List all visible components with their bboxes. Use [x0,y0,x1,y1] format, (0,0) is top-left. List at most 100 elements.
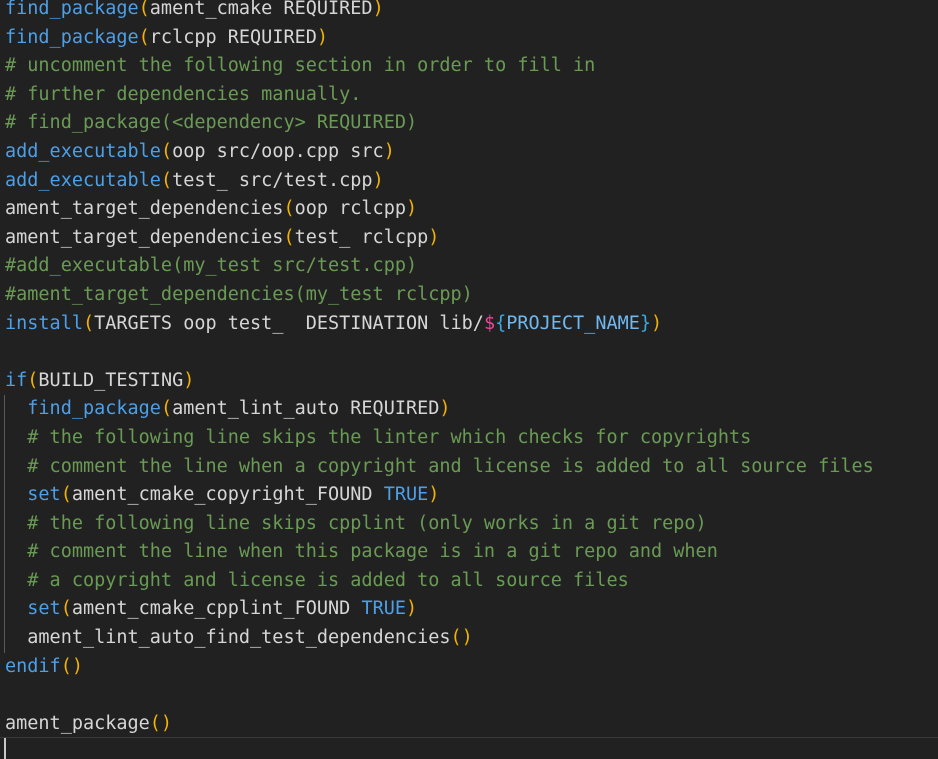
code-line[interactable]: endif() [0,653,938,682]
code-token-comment: # the following line skips the linter wh… [5,426,752,448]
code-token-comment: # a copyright and license is added to al… [5,569,629,591]
code-token-id: ament_target_dependencies [5,198,284,220]
code-token-cmd: add_executable [5,140,161,162]
code-token-comment: #add_executable(my_test src/test.cpp) [5,255,418,277]
code-line[interactable]: ament_lint_auto_find_test_dependencies() [0,624,938,653]
code-token-paren: ( [160,169,173,191]
code-line[interactable]: # uncomment the following section in ord… [0,52,938,81]
code-line[interactable]: # the following line skips cpplint (only… [0,509,938,539]
code-token-id: ament_cmake_cpplint_FOUND [71,598,362,620]
code-token-brace: { [495,312,507,334]
code-token-paren: ( [160,140,173,162]
code-token-paren: ) [406,598,418,620]
code-token-paren: ) [316,26,329,48]
code-token-paren: ( [160,398,173,420]
code-token-comment: # comment the line when this package is … [5,541,718,563]
code-token-paren: ) [372,0,384,19]
code-token-paren: ) [428,226,440,248]
code-content[interactable]: find_package(ament_cmake REQUIRED) find_p… [0,0,938,738]
code-token-comment: # the following line skips cpplint (only… [5,512,707,534]
code-editor[interactable]: find_package(ament_cmake REQUIRED) find_p… [0,0,938,759]
code-line[interactable]: # the following line skips the linter wh… [0,423,938,453]
code-line[interactable]: find_package(ament_lint_auto REQUIRED) [0,395,938,424]
code-token-paren: ) [428,484,440,506]
code-line[interactable]: # a copyright and license is added to al… [0,566,938,596]
code-token-cmd: install [5,312,83,334]
code-token-paren: ) [651,312,663,334]
code-token-id: ament_cmake_copyright_FOUND [71,484,384,506]
code-token-kw: TRUE [361,598,406,620]
code-token-paren: ( [82,312,95,334]
code-line[interactable]: #add_executable(my_test src/test.cpp) [0,252,938,281]
code-token-cmd: set [27,598,61,620]
code-token-cmd: add_executable [5,169,161,191]
code-line[interactable]: find_package(rclcpp REQUIRED) [0,24,938,53]
code-line[interactable]: set(ament_cmake_cpplint_FOUND TRUE) [0,595,938,624]
code-line[interactable]: install(TARGETS oop test_ DESTINATION li… [0,310,938,339]
code-line[interactable]: # further dependencies manually. [0,81,938,110]
code-line[interactable] [0,681,938,710]
code-token-id [5,598,27,619]
code-token-id [5,484,27,505]
code-token-id: oop rclcpp [294,198,406,220]
code-token-cmd: endif [5,655,61,677]
code-token-id: ament_package [5,712,150,734]
code-token-id [5,341,16,362]
code-token-cmd: if [5,369,28,391]
code-token-comment: #ament_target_dependencies(my_test rclcp… [5,283,473,305]
code-token-paren: ) [372,169,384,191]
code-token-id: rclcpp REQUIRED [149,26,317,48]
code-token-paren: () [450,627,473,649]
code-line[interactable]: # find_package(<dependency> REQUIRED) [0,109,938,138]
code-token-paren: () [149,712,173,734]
code-line[interactable]: add_executable(oop src/oop.cpp src) [0,138,938,167]
code-token-paren: () [60,655,83,677]
code-token-paren: ( [138,26,150,48]
code-token-id: BUILD_TESTING [38,369,184,391]
code-token-paren: ( [138,0,150,19]
code-token-id: oop src/oop.cpp src [172,140,384,162]
code-token-id: ament_target_dependencies [5,226,284,248]
code-token-comment: # further dependencies manually. [5,83,362,105]
code-token-comment: # find_package(<dependency> REQUIRED) [5,112,418,134]
code-line[interactable]: find_package(ament_cmake REQUIRED) [0,0,938,24]
code-line[interactable]: ament_package() [0,710,938,739]
code-token-cmd: find_package [5,26,139,48]
code-token-cmd: find_package [27,398,161,420]
code-line[interactable]: set(ament_cmake_copyright_FOUND TRUE) [0,481,938,510]
code-token-paren: ( [27,369,39,391]
code-token-id: TARGETS oop test_ DESTINATION lib/ [94,312,484,334]
code-token-paren: ) [383,140,395,162]
code-token-id: ament_lint_auto_find_test_dependencies [5,627,451,649]
code-token-dollar: $ [483,312,496,334]
code-token-paren: ) [183,369,195,391]
code-line[interactable] [0,338,938,367]
code-token-comment: # uncomment the following section in ord… [5,55,596,77]
code-token-paren: ( [283,198,295,220]
code-token-id: ament_cmake REQUIRED [149,0,373,19]
code-line[interactable]: add_executable(test_ src/test.cpp) [0,167,938,196]
code-token-brace: } [639,312,652,334]
code-token-paren: ( [283,226,295,248]
code-token-id [5,684,16,705]
code-token-comment: # comment the line when a copyright and … [5,455,874,477]
code-token-id: test_ src/test.cpp [172,169,373,191]
code-line[interactable]: ament_target_dependencies(test_ rclcpp) [0,224,938,253]
text-caret [4,738,6,759]
code-line[interactable]: if(BUILD_TESTING) [0,367,938,396]
code-line[interactable]: #ament_target_dependencies(my_test rclcp… [0,281,938,310]
code-token-paren: ) [439,398,451,420]
code-token-paren: ( [60,484,72,506]
code-token-cmd: set [27,484,61,506]
code-line[interactable]: ament_target_dependencies(oop rclcpp) [0,195,938,224]
code-token-paren: ) [405,198,418,220]
code-line[interactable]: # comment the line when this package is … [0,538,938,567]
code-token-kw: TRUE [383,484,429,506]
code-token-paren: ( [60,598,72,620]
code-token-var: PROJECT_NAME [506,312,640,334]
code-line[interactable]: # comment the line when a copyright and … [0,452,938,482]
code-token-cmd: find_package [5,0,139,19]
code-token-id: ament_lint_auto REQUIRED [172,398,440,420]
code-token-id: test_ rclcpp [294,226,429,248]
code-token-id [5,398,27,419]
